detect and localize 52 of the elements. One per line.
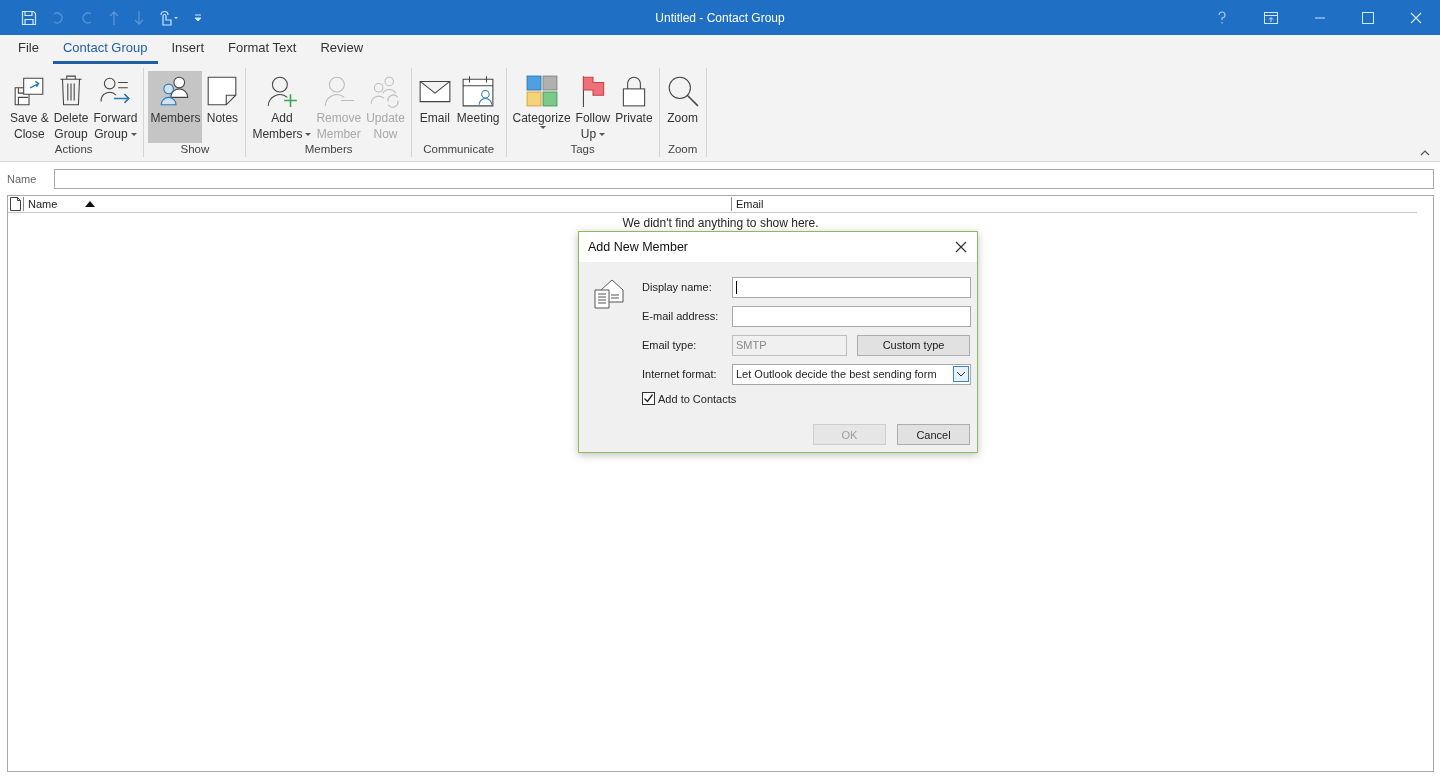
group-label: Actions [54, 143, 93, 157]
ribbon-tab[interactable]: Review [310, 36, 374, 64]
email-type-label: Email type: [642, 339, 698, 351]
group-label: Zoom [667, 143, 698, 157]
internet-format-dropdown[interactable]: Let Outlook decide the best sending form [732, 363, 971, 385]
name-field[interactable] [54, 169, 1434, 189]
group-label: Show [180, 143, 210, 157]
ribbon-button[interactable]: Categorize [510, 71, 573, 143]
touch-icon[interactable] [158, 9, 180, 26]
column-header[interactable]: Name [23, 197, 731, 211]
close-icon[interactable] [955, 241, 967, 253]
dialog-title: Add New Member [588, 240, 689, 254]
ribbon-tab[interactable]: Format Text [218, 36, 307, 64]
window-title: Untitled - Contact Group [655, 10, 785, 25]
empty-message: We didn't find anything to show here. [622, 216, 819, 231]
display-name-label: Display name: [642, 281, 713, 293]
save-icon[interactable] [21, 9, 37, 26]
ribbon-button[interactable]: Delete Group [51, 71, 91, 143]
cancel-button[interactable]: Cancel [897, 424, 970, 445]
chevron-down-icon [953, 366, 969, 382]
group-label: Communicate [423, 143, 495, 157]
ribbon-button[interactable]: Private [613, 71, 655, 143]
column-header[interactable]: Email [731, 197, 1417, 211]
email-address-field[interactable] [732, 305, 971, 327]
group-label: Members [304, 143, 353, 157]
maximize-icon[interactable] [1362, 11, 1374, 24]
color-grid-icon [524, 74, 559, 108]
ribbon-button[interactable]: Follow Up [573, 71, 613, 143]
ribbon-button[interactable]: Add Members [250, 71, 314, 143]
internet-format-label: Internet format: [642, 368, 718, 380]
collapse-ribbon-icon[interactable] [1420, 149, 1430, 157]
name-label: Name [7, 173, 38, 185]
ribbon-button[interactable]: Meeting [454, 71, 502, 143]
help-icon[interactable] [1216, 10, 1228, 25]
custom-type-button[interactable]: Custom type [857, 334, 970, 356]
ribbon-button[interactable]: Members [148, 71, 203, 143]
ribbon-button[interactable]: Email [415, 71, 454, 143]
ribbon-display-icon[interactable] [1264, 11, 1278, 24]
display-name-field[interactable] [732, 276, 971, 298]
ribbon-button[interactable]: Save & Close [8, 71, 51, 143]
add-to-contacts-checkbox[interactable]: Add to Contacts [642, 392, 971, 405]
document-icon [10, 197, 21, 211]
ribbon-tab[interactable]: Insert [161, 36, 214, 64]
ribbon-tab[interactable]: File [8, 36, 49, 64]
group-label: Tags [570, 143, 595, 157]
ribbon-button[interactable]: Forward Group [91, 71, 140, 143]
email-address-label: E-mail address: [642, 310, 720, 322]
calendar-person-icon [461, 74, 496, 108]
ribbon-button[interactable]: Notes [203, 71, 242, 143]
checkbox[interactable] [642, 392, 655, 405]
ribbon-button[interactable]: Zoom [663, 71, 702, 143]
ribbon-tab[interactable]: Contact Group [52, 36, 158, 64]
